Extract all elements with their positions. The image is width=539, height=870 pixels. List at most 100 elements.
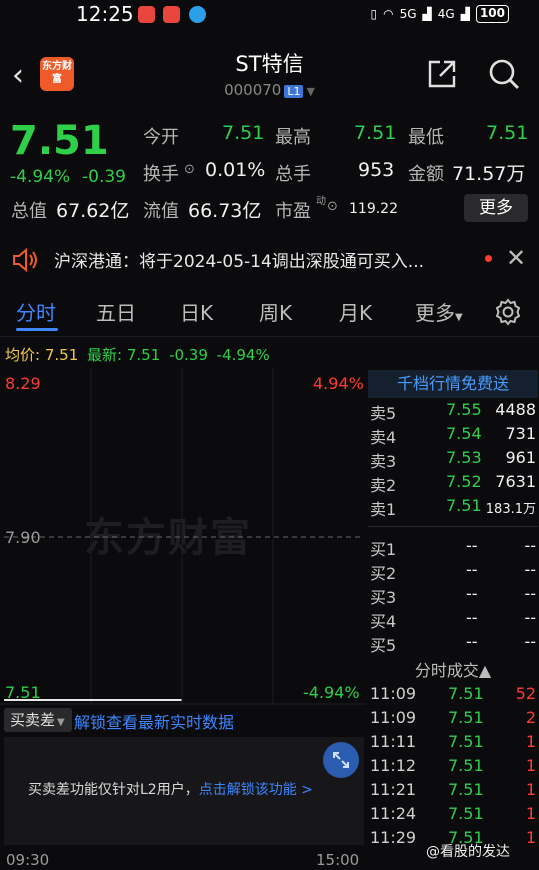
signal-5g: 5G bbox=[399, 7, 417, 21]
ask-volume: 961 bbox=[505, 448, 536, 467]
expand-icon[interactable] bbox=[323, 742, 359, 778]
y-top-label: 8.29 bbox=[5, 374, 41, 393]
avg-value: 7.51 bbox=[44, 346, 79, 364]
y-mid-label: 7.90 bbox=[5, 528, 41, 547]
tick-price: 7.51 bbox=[448, 684, 484, 703]
stock-code-row[interactable]: 000070 L1 ▼ bbox=[0, 81, 539, 99]
amount-label: 金额 bbox=[408, 164, 444, 185]
pe-label: 市盈 bbox=[275, 201, 311, 222]
tab-five-day[interactable]: 五日 bbox=[96, 297, 136, 326]
tick-time: 11:09 bbox=[370, 684, 417, 703]
mktcap-value: 67.62亿 bbox=[56, 200, 130, 222]
tick-time: 11:12 bbox=[370, 756, 417, 775]
tick-price: 7.51 bbox=[448, 708, 484, 727]
intraday-chart[interactable] bbox=[0, 368, 366, 708]
bid-label: 买1 bbox=[370, 540, 397, 559]
share-icon[interactable] bbox=[426, 58, 458, 90]
turnover-label: 换手 bbox=[143, 164, 179, 185]
divider bbox=[368, 526, 538, 527]
open-value: 7.51 bbox=[222, 122, 265, 144]
more-button[interactable]: 更多 bbox=[464, 194, 528, 222]
latest-label: 最新: bbox=[87, 346, 123, 364]
tick-price: 7.51 bbox=[448, 732, 484, 751]
float-value: 66.73亿 bbox=[188, 200, 262, 222]
tab-daily-k[interactable]: 日K bbox=[180, 297, 213, 326]
close-icon[interactable]: ✕ bbox=[506, 244, 526, 272]
signal-icon: ▟ bbox=[460, 7, 470, 21]
speaker-icon bbox=[13, 248, 37, 272]
mktcap-label: 总值 bbox=[11, 201, 47, 222]
tick-volume: 1 bbox=[525, 756, 536, 775]
x-start-label: 09:30 bbox=[6, 851, 50, 869]
wifi-icon: ◠ bbox=[383, 7, 394, 21]
latest-value: 7.51 bbox=[126, 346, 161, 364]
dropdown-icon: ▼ bbox=[57, 717, 65, 728]
active-tab-indicator bbox=[16, 328, 58, 331]
locked-message-text: 买卖差功能仅针对L2用户， bbox=[28, 782, 199, 798]
bid-row: 买5 -- -- bbox=[370, 632, 538, 656]
ask-label: 卖3 bbox=[370, 452, 397, 471]
ask-label: 卖1 bbox=[370, 500, 397, 519]
ask-price: 7.51 bbox=[446, 496, 482, 515]
info-icon[interactable]: ⊙ bbox=[327, 199, 338, 214]
notification-app-icon bbox=[163, 6, 180, 23]
x-end-label: 15:00 bbox=[316, 851, 360, 869]
tick-row: 11:12 7.51 1 bbox=[370, 756, 538, 780]
stock-code: 000070 bbox=[224, 81, 282, 99]
bid-row: 买3 -- -- bbox=[370, 584, 538, 608]
latest-percent: -4.94% bbox=[216, 346, 270, 364]
unlock-feature-link[interactable]: 点击解锁该功能 > bbox=[199, 782, 313, 798]
tick-row: 11:29 7.51 1 bbox=[370, 828, 538, 852]
promo-banner[interactable]: 千档行情免费送 bbox=[368, 370, 538, 398]
avg-label: 均价: bbox=[5, 346, 41, 364]
tab-monthly-k[interactable]: 月K bbox=[339, 297, 372, 326]
ask-row: 卖5 7.55 4488 bbox=[370, 400, 538, 424]
tab-more[interactable]: 更多▼ bbox=[415, 297, 463, 326]
bid-label: 买2 bbox=[370, 564, 397, 583]
amount-value: 71.57万 bbox=[452, 163, 526, 185]
bid-price: -- bbox=[466, 560, 478, 579]
ask-row: 卖3 7.53 961 bbox=[370, 448, 538, 472]
tick-time: 11:24 bbox=[370, 804, 417, 823]
tick-time: 11:11 bbox=[370, 732, 417, 751]
tick-volume: 2 bbox=[525, 708, 536, 727]
tab-more-label: 更多 bbox=[415, 301, 455, 325]
tick-header[interactable]: 分时成交▲ bbox=[368, 657, 538, 681]
tab-intraday[interactable]: 分时 bbox=[16, 297, 56, 326]
vibrate-icon: ▯ bbox=[370, 7, 378, 21]
unlock-link[interactable]: 解锁查看最新实时数据 bbox=[74, 709, 234, 733]
high-label: 最高 bbox=[275, 127, 311, 148]
info-icon[interactable]: ⊙ bbox=[184, 162, 195, 177]
ask-label: 卖2 bbox=[370, 476, 397, 495]
signal-icon: ▟ bbox=[422, 7, 432, 21]
dropdown-icon: ▼ bbox=[306, 85, 315, 98]
bid-volume: -- bbox=[524, 608, 536, 627]
tick-row: 11:09 7.51 2 bbox=[370, 708, 538, 732]
bid-price: -- bbox=[466, 632, 478, 651]
bid-price: -- bbox=[466, 608, 478, 627]
ask-row: 卖4 7.54 731 bbox=[370, 424, 538, 448]
ask-row: 卖1 7.51 183.1万 bbox=[370, 496, 538, 520]
pe-value: 119.22 bbox=[349, 201, 398, 217]
settings-gear-icon[interactable] bbox=[494, 298, 522, 326]
indicator-selector[interactable]: 买卖差 ▼ bbox=[4, 708, 72, 732]
tick-time: 11:21 bbox=[370, 780, 417, 799]
notice-text: 沪深港通：将于2024-05-14调出深股通可买入... bbox=[54, 252, 425, 272]
chart-info-line: 均价: 7.51 最新: 7.51 -0.39 -4.94% bbox=[5, 344, 270, 365]
change-percent: -4.94% bbox=[10, 167, 71, 187]
current-price: 7.51 bbox=[10, 118, 109, 164]
search-icon[interactable] bbox=[488, 58, 520, 90]
tick-volume: 52 bbox=[515, 684, 536, 703]
turnover-value: 0.01% bbox=[205, 159, 266, 181]
ask-price: 7.54 bbox=[446, 424, 482, 443]
chart-grid bbox=[90, 368, 274, 704]
tick-time: 11:29 bbox=[370, 828, 417, 847]
status-indicators: ▯ ◠ 5G ▟ 4G ▟ 100 bbox=[370, 5, 509, 23]
bid-row: 买1 -- -- bbox=[370, 536, 538, 560]
tick-volume: 1 bbox=[525, 804, 536, 823]
bid-price: -- bbox=[466, 584, 478, 603]
volume-value: 953 bbox=[358, 159, 395, 181]
bid-label: 买3 bbox=[370, 588, 397, 607]
tab-weekly-k[interactable]: 周K bbox=[259, 297, 292, 326]
tick-volume: 1 bbox=[525, 828, 536, 847]
